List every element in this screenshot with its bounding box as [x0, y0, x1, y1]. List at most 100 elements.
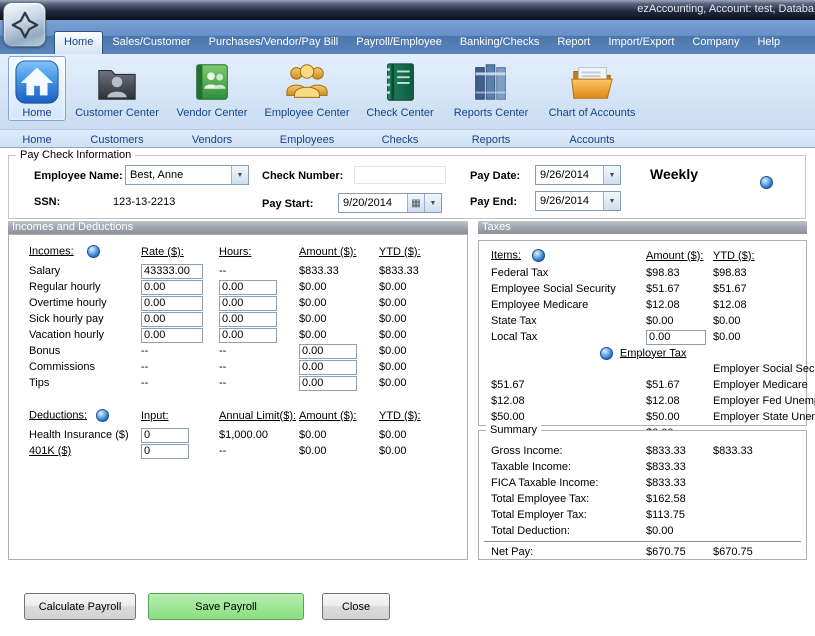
hours-input[interactable]: [219, 328, 277, 343]
toolbar-button-customer-box[interactable]: Customer Center: [69, 56, 165, 121]
toolbar-sub-checks[interactable]: Checks: [382, 134, 419, 146]
summary-row-label: Total Employer Tax:: [491, 509, 646, 521]
rate-input[interactable]: [141, 280, 203, 295]
toolbar-sub-home[interactable]: Home: [22, 134, 51, 146]
tab-purchases-vendor-pay-bill[interactable]: Purchases/Vendor/Pay Bill: [200, 31, 348, 54]
toolbar-button-customer-center[interactable]: Customer Center Customers: [68, 56, 166, 148]
toolbar-title-home: Home: [22, 107, 51, 119]
toolbar-button-reports-center[interactable]: Reports Center Reports: [444, 56, 538, 148]
pay-start-datepicker[interactable]: 9/20/2014 ▦ ▼: [338, 193, 442, 213]
pay-date-dropdown[interactable]: 9/26/2014 ▼: [535, 165, 621, 185]
pay-end-dropdown[interactable]: 9/26/2014 ▼: [535, 191, 621, 211]
rate-input[interactable]: [141, 264, 203, 279]
tax-row-label: Employer Medicare: [713, 379, 815, 391]
toolbar-button-check-center[interactable]: Check Center Checks: [356, 56, 444, 148]
tax-row-label: Employee Medicare: [491, 299, 646, 311]
pay-date-value: 9/26/2014: [536, 169, 603, 181]
app-menu-button[interactable]: [3, 2, 46, 47]
toolbar-sub-vendors[interactable]: Vendors: [192, 134, 232, 146]
toolbar-button-chart-of-accounts[interactable]: Chart of Accounts Accounts: [538, 56, 646, 148]
tab-home[interactable]: Home: [54, 31, 103, 54]
chevron-down-icon[interactable]: ▼: [603, 166, 620, 184]
chevron-down-icon[interactable]: ▼: [603, 192, 620, 210]
ytd-value: $0.00: [379, 445, 465, 457]
tab-payroll-employee[interactable]: Payroll/Employee: [347, 31, 451, 54]
toolbar-title-employee: Employee Center: [265, 107, 350, 119]
pay-end-value: 9/26/2014: [536, 195, 603, 207]
tax-row-label: Employer Fed Unemployment: [713, 395, 815, 407]
tax-ytd-value: $50.00: [646, 411, 713, 423]
amount-value: $0.00: [299, 445, 379, 457]
tax-amount-value: $51.67: [646, 283, 713, 295]
employer-tax-help-globe-icon[interactable]: [600, 347, 613, 360]
toolbar-sub-accounts[interactable]: Accounts: [569, 134, 614, 146]
deduction-row-label-401k[interactable]: 401K ($): [29, 445, 141, 457]
toolbar-sub-reports[interactable]: Reports: [472, 134, 511, 146]
tab-sales-customer[interactable]: Sales/Customer: [103, 31, 199, 54]
toolbar-button-home-box[interactable]: Home: [8, 56, 66, 121]
hours-input[interactable]: [219, 280, 277, 295]
toolbar-button-home[interactable]: Home Home: [6, 56, 68, 148]
paycheck-info-title: Pay Check Information: [16, 149, 135, 161]
taxes-rows: Federal Tax $98.83 $98.83 Employee Socia…: [479, 265, 815, 441]
hours-input[interactable]: [219, 312, 277, 327]
ytd-value: $0.00: [379, 429, 465, 441]
hours-input[interactable]: [219, 296, 277, 311]
employee-name-dropdown[interactable]: Best, Anne ▼: [125, 165, 249, 185]
summary-row-label: Total Deduction:: [491, 525, 646, 537]
toolbar-button-employee-box[interactable]: Employee Center: [259, 56, 356, 121]
amount-input[interactable]: [299, 376, 357, 391]
employees-icon: [284, 59, 330, 105]
toolbar-button-vendor-box[interactable]: Vendor Center: [171, 56, 254, 121]
amount-value: $833.33: [299, 265, 379, 277]
taxes-help-globe-icon[interactable]: [532, 249, 545, 262]
deductions-help-globe-icon[interactable]: [96, 409, 109, 422]
rate-col-header: Rate ($):: [141, 246, 219, 258]
deduction-input[interactable]: [141, 428, 189, 443]
rate-input[interactable]: [141, 312, 203, 327]
amount-input[interactable]: [299, 344, 357, 359]
toolbar-sub-customers[interactable]: Customers: [90, 134, 143, 146]
local-tax-input[interactable]: [646, 330, 706, 345]
incomes-deductions-section-header: Incomes and Deductions: [8, 221, 468, 234]
deduction-input[interactable]: [141, 444, 189, 459]
ssn-label: SSN:: [34, 196, 60, 208]
help-globe-icon[interactable]: [760, 176, 773, 189]
net-pay-amount-value: $670.75: [646, 546, 713, 558]
app-window: ezAccounting, Account: test, Databa Home…: [0, 0, 815, 636]
amount-value: $0.00: [299, 429, 379, 441]
tab-import-export[interactable]: Import/Export: [599, 31, 683, 54]
items-col-header: Items:: [491, 249, 646, 262]
ytd-value: $833.33: [379, 265, 465, 277]
close-button[interactable]: Close: [322, 593, 390, 620]
tax-row-label: Employee Social Security: [491, 283, 646, 295]
toolbar-sub-employees[interactable]: Employees: [280, 134, 334, 146]
ytd-value: $0.00: [379, 329, 465, 341]
toolbar-button-check-box[interactable]: Check Center: [360, 56, 439, 121]
toolbar-button-accounts-box[interactable]: Chart of Accounts: [543, 56, 642, 121]
check-number-input[interactable]: [354, 166, 446, 184]
tab-help[interactable]: Help: [748, 31, 789, 54]
tax-ytd-value: $0.00: [713, 315, 815, 327]
tab-report[interactable]: Report: [548, 31, 599, 54]
tax-amount-value: $12.08: [491, 395, 646, 407]
calculate-payroll-button[interactable]: Calculate Payroll: [24, 593, 136, 620]
save-payroll-button[interactable]: Save Payroll: [148, 593, 304, 620]
toolbar-button-reports-box[interactable]: Reports Center: [448, 56, 535, 121]
calendar-icon[interactable]: ▦: [407, 194, 424, 212]
tab-banking-checks[interactable]: Banking/Checks: [451, 31, 549, 54]
incomes-rows: Salary -- $833.33 $833.33 Regular hourly…: [9, 263, 465, 391]
rate-input[interactable]: [141, 296, 203, 311]
tab-company[interactable]: Company: [683, 31, 748, 54]
chevron-down-icon[interactable]: ▼: [424, 194, 441, 212]
toolbar-button-employee-center[interactable]: Employee Center Employees: [258, 56, 356, 148]
hours-value: --: [219, 361, 299, 373]
rate-input[interactable]: [141, 328, 203, 343]
chevron-down-icon[interactable]: ▼: [231, 166, 248, 184]
taxes-section-title: Taxes: [482, 221, 511, 233]
incomes-help-globe-icon[interactable]: [87, 245, 100, 258]
toolbar-button-vendor-center[interactable]: Vendor Center Vendors: [166, 56, 258, 148]
summary-ytd-value: $833.33: [713, 445, 753, 457]
amount-input[interactable]: [299, 360, 357, 375]
income-row-label: Tips: [29, 377, 141, 389]
